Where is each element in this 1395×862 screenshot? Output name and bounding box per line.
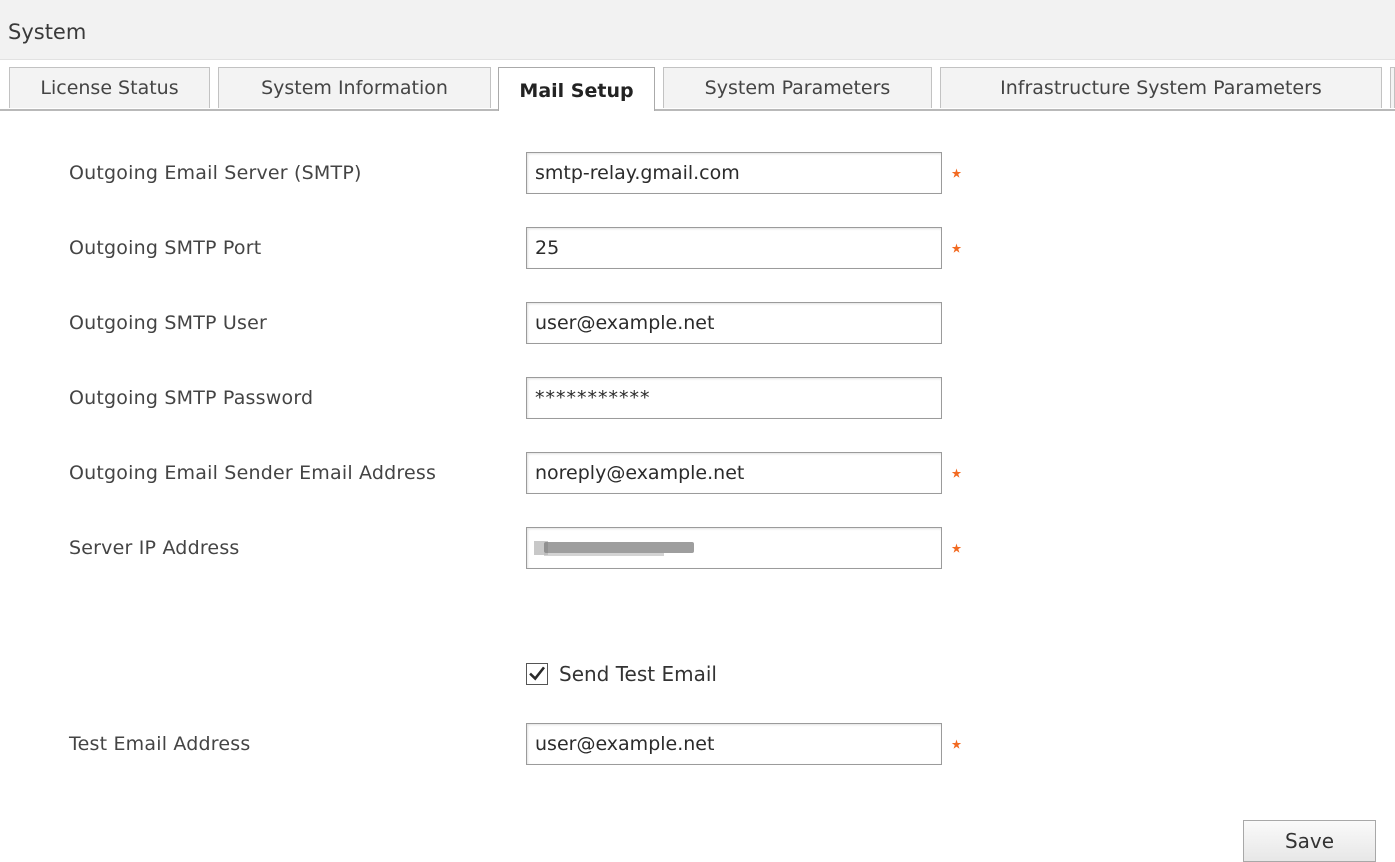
page-title: System bbox=[8, 20, 87, 44]
send-test-email-row: Send Test Email bbox=[526, 659, 717, 689]
tab-infrastructure-system-parameters[interactable]: Infrastructure System Parameters bbox=[940, 67, 1382, 108]
test-email-label: Test Email Address bbox=[69, 733, 251, 755]
tab-license-status[interactable]: License Status bbox=[9, 67, 210, 108]
smtp-port-input[interactable] bbox=[526, 227, 942, 269]
required-asterisk-icon bbox=[951, 739, 962, 750]
smtp-user-label: Outgoing SMTP User bbox=[69, 312, 268, 334]
tab-overflow[interactable] bbox=[1390, 67, 1395, 108]
window-titlebar: System bbox=[0, 0, 1395, 60]
smtp-server-label: Outgoing Email Server (SMTP) bbox=[69, 162, 362, 184]
smtp-port-label: Outgoing SMTP Port bbox=[69, 237, 262, 259]
smtp-password-input[interactable] bbox=[526, 377, 942, 419]
tab-bar: License Status System Information Mail S… bbox=[0, 67, 1395, 111]
smtp-server-input[interactable] bbox=[526, 152, 942, 194]
checkmark-icon bbox=[529, 666, 546, 681]
test-email-input[interactable] bbox=[526, 723, 942, 765]
server-ip-input[interactable] bbox=[526, 527, 942, 569]
send-test-email-checkbox[interactable] bbox=[526, 663, 548, 685]
required-asterisk-icon bbox=[951, 543, 962, 554]
tab-system-parameters[interactable]: System Parameters bbox=[663, 67, 932, 108]
smtp-password-label: Outgoing SMTP Password bbox=[69, 387, 314, 409]
send-test-email-label: Send Test Email bbox=[559, 662, 717, 686]
tab-mail-setup[interactable]: Mail Setup bbox=[498, 67, 655, 111]
sender-address-input[interactable] bbox=[526, 452, 942, 494]
required-asterisk-icon bbox=[951, 168, 962, 179]
smtp-user-input[interactable] bbox=[526, 302, 942, 344]
sender-address-label: Outgoing Email Sender Email Address bbox=[69, 462, 437, 484]
required-asterisk-icon bbox=[951, 243, 962, 254]
server-ip-label: Server IP Address bbox=[69, 537, 240, 559]
save-button[interactable]: Save bbox=[1243, 820, 1376, 862]
required-asterisk-icon bbox=[951, 468, 962, 479]
tab-system-information[interactable]: System Information bbox=[218, 67, 491, 108]
